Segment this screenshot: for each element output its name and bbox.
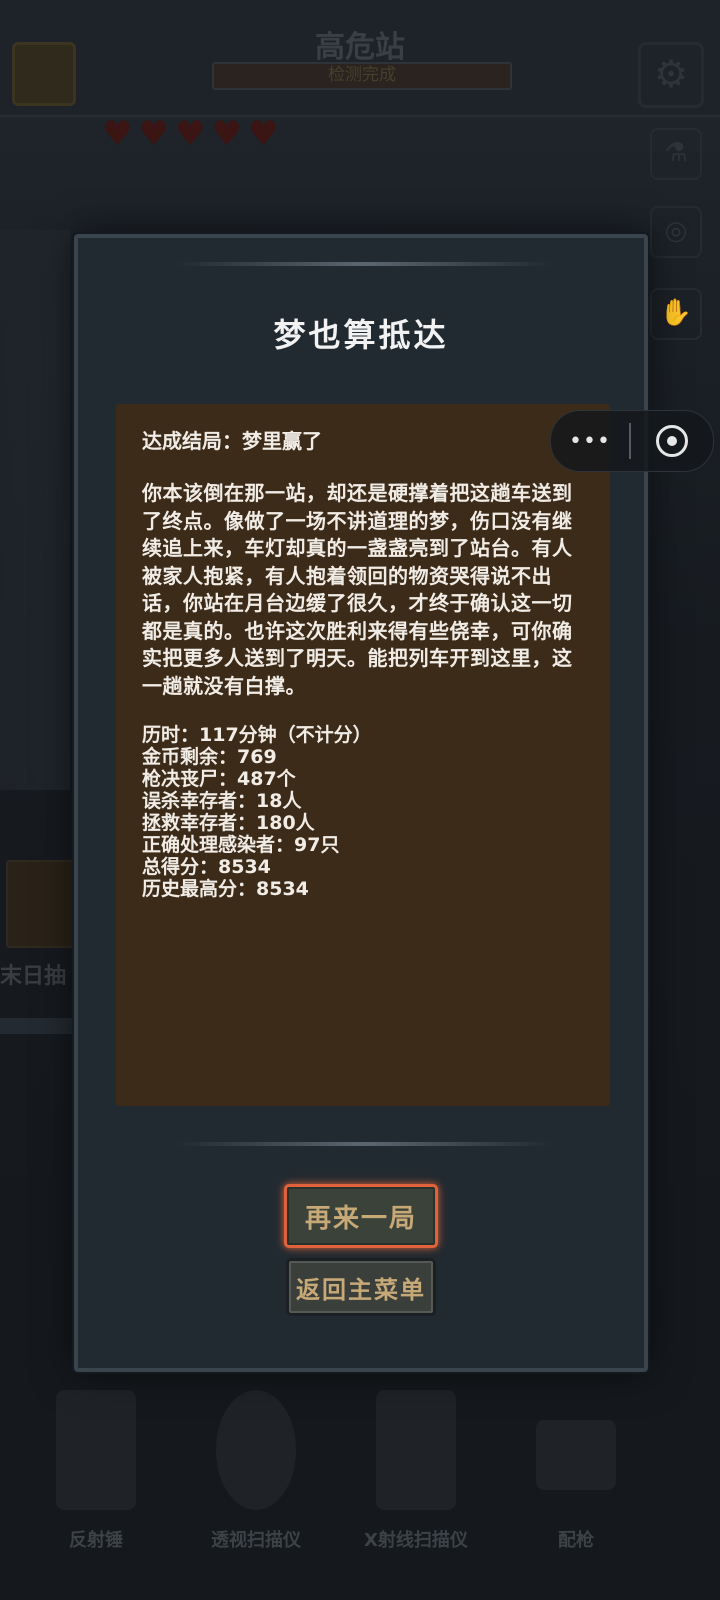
magnifier-icon — [216, 1390, 296, 1510]
wheel-icon — [6, 860, 80, 948]
heart-icon: ♥ — [138, 114, 169, 154]
ending-text-content: 达成结局：梦里赢了 你本该倒在那一站，却还是硬撑着把这趟车送到了终点。像做了一场… — [142, 426, 588, 900]
stat-total-score: 总得分：8534 — [142, 856, 271, 878]
target-close-icon — [656, 425, 688, 457]
heart-icon: ♥ — [211, 114, 242, 154]
tool-label: X射线扫描仪 — [364, 1530, 468, 1551]
top-divider — [176, 262, 552, 266]
stat-infected-handled: 正确处理感染者：97只 — [142, 834, 340, 856]
play-again-button[interactable]: 再来一局 — [284, 1184, 438, 1248]
tool-label: 配枪 — [558, 1530, 594, 1551]
tool-reflex-hammer: 反射锤 — [26, 1380, 166, 1580]
bottom-divider — [176, 1142, 552, 1146]
microscope-icon: ⚗ — [650, 128, 702, 180]
stat-survivors-killed: 误杀幸存者：18人 — [142, 790, 302, 812]
dialog-title: 梦也算抵达 — [273, 316, 449, 354]
tool-scanner: 透视扫描仪 — [186, 1380, 326, 1580]
xray-frame-icon — [376, 1390, 456, 1510]
hand-icon: ✋ — [650, 288, 702, 340]
stat-survivors-saved: 拯救幸存者：180人 — [142, 812, 315, 834]
character-silhouette — [0, 230, 70, 790]
gacha-label: 末日抽 — [0, 964, 67, 989]
stat-zombies-executed: 枪决丧尸：487个 — [142, 768, 296, 790]
stat-high-score: 历史最高分：8534 — [142, 878, 309, 900]
ending-line: 达成结局：梦里赢了 — [142, 429, 322, 453]
heart-icon: ♥ — [174, 114, 206, 154]
tool-label: 透视扫描仪 — [211, 1530, 301, 1551]
camera-icon: ◎ — [650, 206, 702, 258]
close-button[interactable] — [631, 425, 713, 457]
tool-label: 反射锤 — [69, 1530, 123, 1551]
station-title: 高危站 — [315, 30, 405, 65]
gear-icon: ⚙ — [638, 42, 704, 108]
side-strip — [0, 1018, 80, 1034]
pistol-icon — [536, 1420, 616, 1490]
health-hearts: ♥ ♥ ♥ ♥ ♥ — [102, 116, 278, 152]
tool-pistol: 配枪 — [506, 1380, 646, 1580]
story-paragraph: 你本该倒在那一站，却还是硬撑着把这趟车送到了终点。像做了一场不讲道理的梦，伤口没… — [142, 481, 573, 698]
stats-list: 历时：117分钟（不计分） 金币剩余：769 枪决丧尸：487个 误杀幸存者：1… — [142, 724, 588, 900]
heart-icon: ♥ — [247, 114, 279, 154]
ending-text-box: 达成结局：梦里赢了 你本该倒在那一站，却还是硬撑着把这趟车送到了终点。像做了一场… — [116, 404, 610, 1106]
hammer-icon — [56, 1390, 136, 1510]
heart-icon: ♥ — [102, 114, 133, 154]
status-text: 检测完成 — [328, 65, 396, 85]
stat-coins: 金币剩余：769 — [142, 746, 277, 768]
ending-dialog: 梦也算抵达 达成结局：梦里赢了 你本该倒在那一站，却还是硬撑着把这趟车送到了终点… — [74, 234, 648, 1372]
more-icon[interactable]: ••• — [551, 429, 629, 454]
main-menu-button[interactable]: 返回主菜单 — [286, 1258, 436, 1316]
tool-xray: X射线扫描仪 — [346, 1380, 486, 1580]
add-friend-button — [12, 42, 76, 106]
target-dot — [667, 436, 677, 446]
miniprogram-capsule: ••• — [550, 410, 714, 472]
stat-duration: 历时：117分钟（不计分） — [142, 724, 372, 746]
